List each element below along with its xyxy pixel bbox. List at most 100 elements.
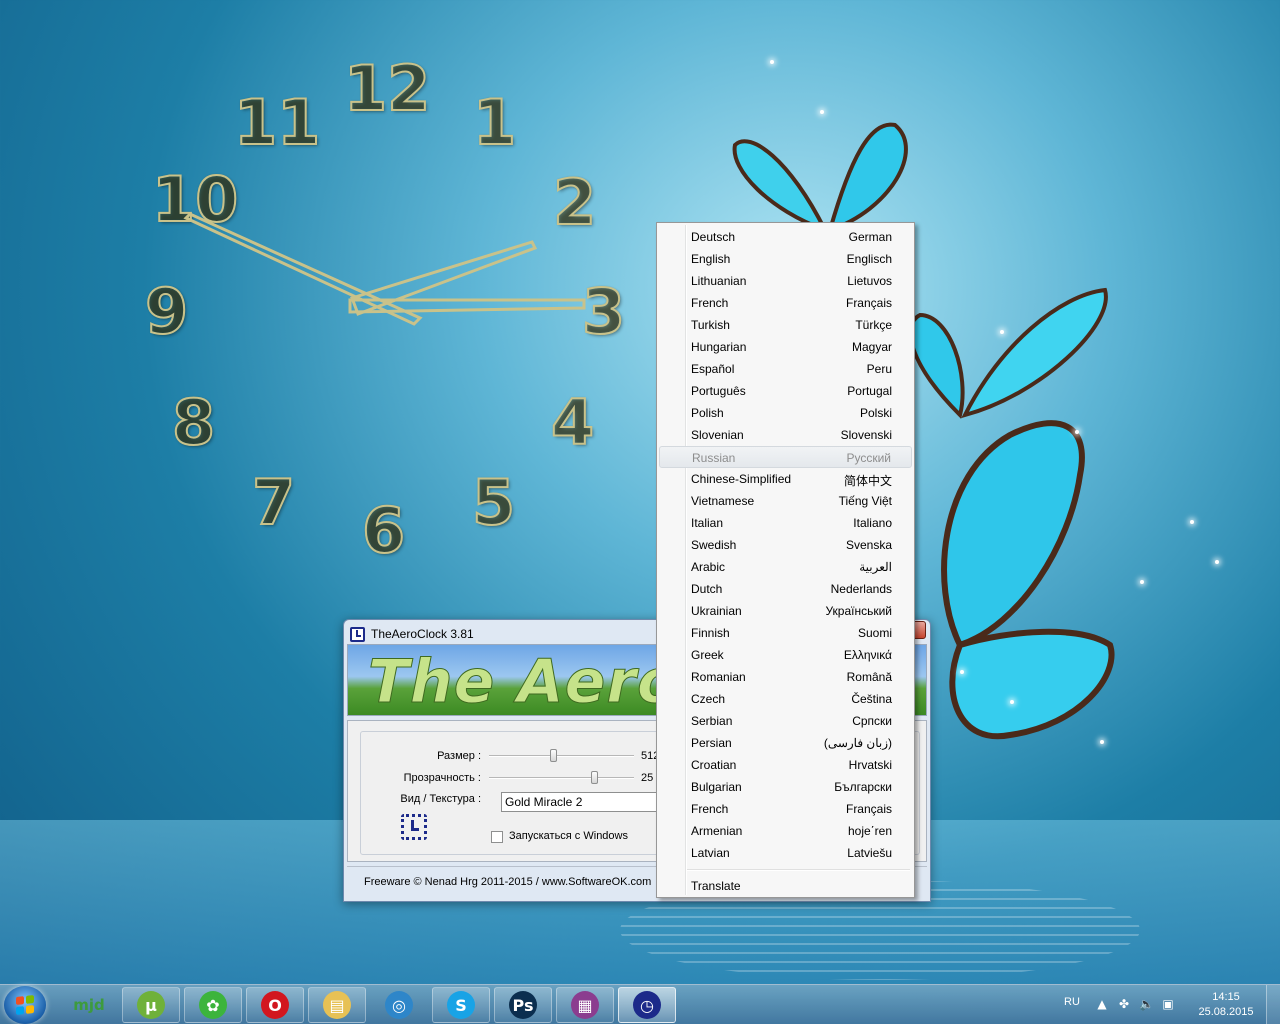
volume-icon[interactable]: 🔈: [1139, 997, 1154, 1011]
menu-item-label: Czech: [691, 692, 726, 706]
start-button[interactable]: [4, 986, 46, 1024]
show-desktop-button[interactable]: [1266, 985, 1280, 1024]
menu-item-label: Vietnamese: [691, 494, 755, 508]
transparency-slider[interactable]: [489, 768, 634, 788]
menu-item-native-label: Englisch: [846, 252, 892, 266]
menu-item-native-label: Peru: [866, 362, 892, 376]
clock-icon[interactable]: [401, 814, 427, 840]
taskbar-button-explorer[interactable]: ▤: [308, 987, 366, 1023]
menu-item-language[interactable]: Romanian Română: [659, 666, 912, 688]
winrar-icon: ▦: [571, 991, 599, 1019]
sparkle: [1140, 580, 1144, 584]
taskbar-button-photoshop[interactable]: Ps: [494, 987, 552, 1023]
autostart-checkbox[interactable]: [491, 831, 503, 843]
clock-hands: [183, 212, 586, 326]
style-label: Вид / Текстура :: [400, 793, 481, 805]
icq-flower-icon: ✿: [199, 991, 227, 1019]
menu-item-language[interactable]: Czech Čeština: [659, 688, 912, 710]
menu-item-language: Russian Русский: [659, 446, 912, 468]
menu-item-native-label: German: [848, 230, 892, 244]
menu-item-label: Serbian: [691, 714, 733, 728]
taskbar-button-theaeroclock[interactable]: ◷: [618, 987, 676, 1023]
menu-item-language[interactable]: Português Portugal: [659, 380, 912, 402]
menu-item-language[interactable]: Chinese-Simplified 简体中文: [659, 468, 912, 490]
menu-item-language[interactable]: Latvian Latviešu: [659, 842, 912, 864]
menu-item-native-label: Čeština: [851, 692, 892, 706]
menu-item-language[interactable]: French Français: [659, 798, 912, 820]
chevron-up-icon[interactable]: ▲: [1095, 997, 1109, 1011]
menu-item-label: Turkish: [691, 318, 730, 332]
menu-item-native-label: Türkçe: [855, 318, 892, 332]
menu-item-label: Romanian: [691, 670, 746, 684]
menu-item-label: English: [691, 252, 731, 266]
menu-item-language[interactable]: English Englisch: [659, 248, 912, 270]
sparkle: [1190, 520, 1194, 524]
window-title: TheAeroClock 3.81: [371, 627, 474, 641]
sparkle: [1075, 430, 1079, 434]
menu-item-native-label: Suomi: [857, 626, 892, 640]
menu-item-language[interactable]: Vietnamese Tiếng Việt: [659, 490, 912, 512]
transparency-slider-thumb[interactable]: [591, 771, 598, 784]
taskbar-button-utorrent[interactable]: µ: [122, 987, 180, 1023]
taskbar-button-mjd[interactable]: mjd: [60, 987, 118, 1023]
network-status-icon[interactable]: ✤: [1117, 997, 1131, 1011]
menu-item-language[interactable]: Dutch Nederlands: [659, 578, 912, 600]
menu-item-language[interactable]: Turkish Türkçe: [659, 314, 912, 336]
menu-item-language[interactable]: Italian Italiano: [659, 512, 912, 534]
menu-item-language[interactable]: Croatian Hrvatski: [659, 754, 912, 776]
menu-item-label: Translate: [691, 879, 741, 893]
sparkle: [1000, 330, 1004, 334]
tray-time: 14:15: [1212, 991, 1240, 1003]
menu-item-language[interactable]: Persian (زبان فارسی): [659, 732, 912, 754]
menu-item-language[interactable]: Polish Polski: [659, 402, 912, 424]
taskbar-button-skype[interactable]: S: [432, 987, 490, 1023]
menu-item-language[interactable]: French Français: [659, 292, 912, 314]
size-slider[interactable]: [489, 746, 634, 766]
size-slider-thumb[interactable]: [550, 749, 557, 762]
taskbar-button-qip[interactable]: ◎: [370, 987, 428, 1023]
menu-item-language[interactable]: Swedish Svenska: [659, 534, 912, 556]
menu-item-language[interactable]: Greek Ελληνικά: [659, 644, 912, 666]
taskbar-button-icq[interactable]: ✿: [184, 987, 242, 1023]
style-select[interactable]: Gold Miracle 2: [501, 792, 671, 812]
menu-item-label: French: [691, 802, 729, 816]
menu-separator: [687, 869, 910, 871]
menu-item-language[interactable]: Lithuanian Lietuvos: [659, 270, 912, 292]
desktop-clock[interactable]: 12 1 2 3 4 5 6 7 8 9 10 11: [0, 0, 660, 600]
menu-item-language[interactable]: Serbian Српски: [659, 710, 912, 732]
menu-item-language[interactable]: Bulgarian Български: [659, 776, 912, 798]
menu-item-label: Italian: [691, 516, 724, 530]
taskbar-button-winrar[interactable]: ▦: [556, 987, 614, 1023]
menu-item-label: Dutch: [691, 582, 723, 596]
menu-item-native-label: Română: [846, 670, 892, 684]
clock-tray[interactable]: 14:15 25.08.2015: [1196, 990, 1256, 1020]
menu-item-language[interactable]: Deutsch German: [659, 226, 912, 248]
menu-item-language[interactable]: Español Peru: [659, 358, 912, 380]
tray-date: 25.08.2015: [1198, 1006, 1254, 1018]
menu-item-native-label: (زبان فارسی): [823, 736, 892, 750]
transparency-slider-track: [489, 777, 634, 779]
window-titlebar[interactable]: TheAeroClock 3.81: [350, 623, 474, 645]
menu-item-native-label: Српски: [852, 714, 892, 728]
network-icon[interactable]: ▣: [1161, 997, 1175, 1011]
language-menu[interactable]: Deutsch German English Englisch Lithuanian Li…: [656, 222, 915, 898]
menu-item-label: Slovenian: [691, 428, 744, 442]
menu-item-language[interactable]: Finnish Suomi: [659, 622, 912, 644]
menu-item-language[interactable]: Slovenian Slovenski: [659, 424, 912, 446]
menu-item-native-label: Italiano: [853, 516, 892, 530]
language-indicator[interactable]: RU: [1064, 996, 1080, 1008]
sparkle: [1215, 560, 1219, 564]
menu-item-label: Greek: [691, 648, 724, 662]
menu-item-language[interactable]: Armenian hoje΄ren: [659, 820, 912, 842]
app-footer: Freeware © Nenad Hrg 2011-2015 / www.Sof…: [364, 876, 652, 888]
autostart-label[interactable]: Запускаться с Windows: [509, 830, 628, 842]
menu-item-native-label: Lietuvos: [847, 274, 892, 288]
menu-item-native-label: Polski: [859, 406, 892, 420]
menu-item-translate[interactable]: Translate: [659, 875, 912, 897]
menu-item-language[interactable]: Ukrainian Український: [659, 600, 912, 622]
taskbar-button-opera[interactable]: O: [246, 987, 304, 1023]
menu-item-language[interactable]: Arabic العربية: [659, 556, 912, 578]
menu-item-label: Latvian: [691, 846, 730, 860]
menu-item-language[interactable]: Hungarian Magyar: [659, 336, 912, 358]
menu-item-label: Croatian: [691, 758, 737, 772]
